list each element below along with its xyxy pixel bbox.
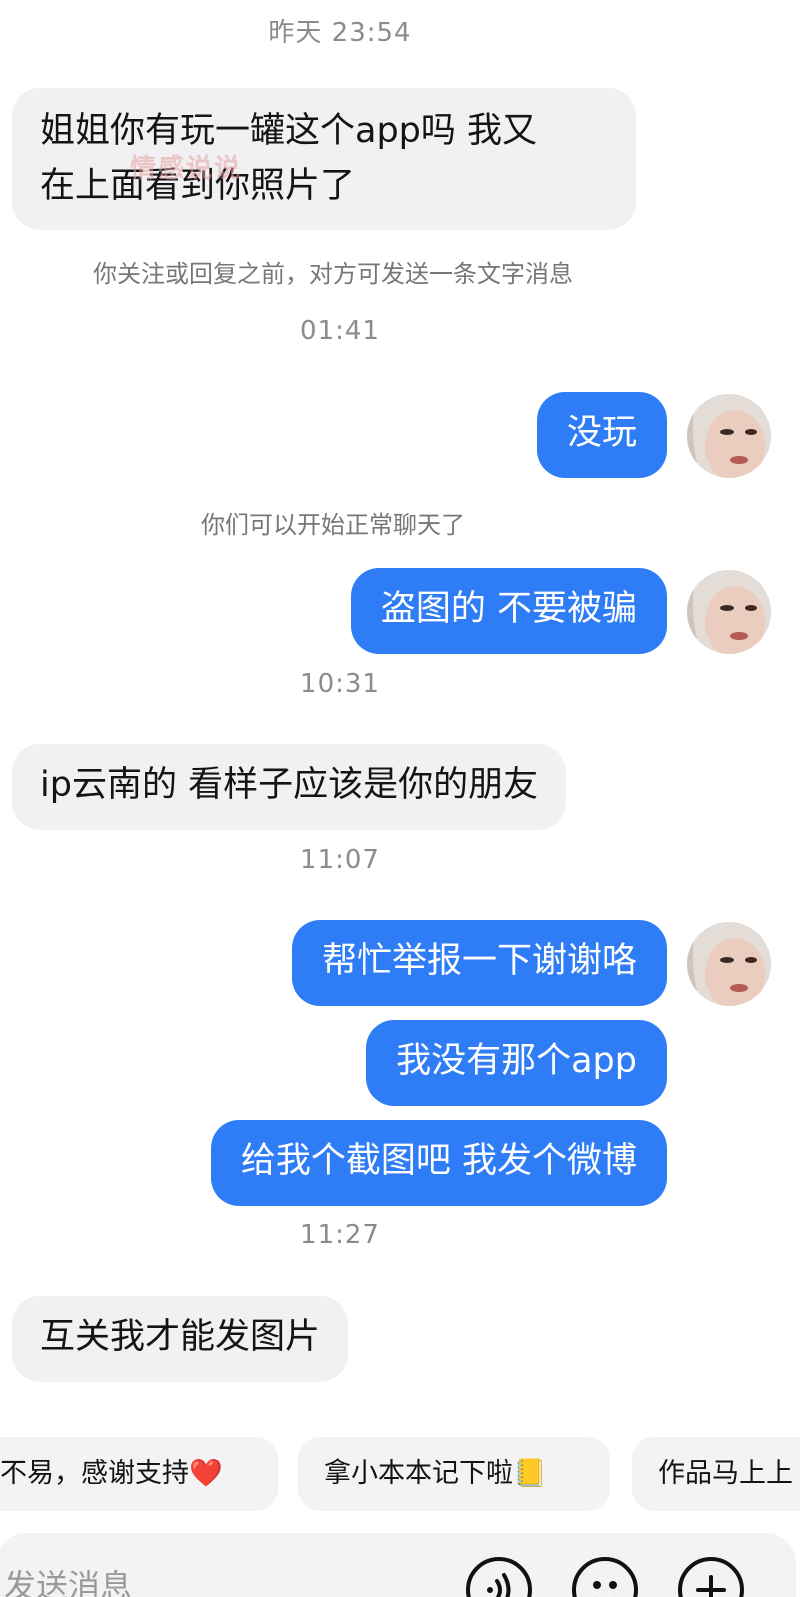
system-notice: 你关注或回复之前，对方可发送一条文字消息 — [93, 260, 573, 288]
message-text: 姐姐你有玩一罐这个app吗 我又 — [40, 111, 538, 151]
plus-icon[interactable] — [678, 1557, 744, 1597]
avatar[interactable] — [687, 922, 771, 1006]
timestamp: 01:41 — [300, 316, 380, 346]
system-notice: 你们可以开始正常聊天了 — [201, 511, 465, 539]
message-incoming[interactable]: 姐姐你有玩一罐这个app吗 我又 在上面看到你照片了 — [12, 88, 636, 230]
avatar[interactable] — [687, 570, 771, 654]
timestamp: 10:31 — [300, 669, 380, 699]
watermark: 情感说说 — [130, 154, 243, 184]
message-text: ip云南的 看样子应该是你的朋友 — [40, 765, 539, 805]
timestamp: 11:07 — [300, 845, 380, 875]
message-incoming[interactable]: ip云南的 看样子应该是你的朋友 — [12, 744, 567, 830]
emoji-icon[interactable] — [572, 1557, 638, 1597]
message-outgoing[interactable]: 盗图的 不要被骗 — [350, 568, 667, 654]
message-incoming[interactable]: 互关我才能发图片 — [12, 1296, 349, 1382]
message-text: 我没有那个app — [396, 1041, 637, 1081]
quick-reply-chip[interactable]: 拿小本本记下啦📒 — [298, 1437, 610, 1511]
message-text: 帮忙举报一下谢谢咯 — [321, 941, 637, 981]
quick-reply-bar: 不易，感谢支持❤️ 拿小本本记下啦📒 作品马上上 — [0, 1437, 800, 1511]
message-outgoing[interactable]: 给我个截图吧 我发个微博 — [210, 1120, 667, 1206]
message-text: 盗图的 不要被骗 — [380, 589, 637, 629]
message-outgoing[interactable]: 没玩 — [536, 392, 667, 478]
voice-icon[interactable] — [466, 1557, 532, 1597]
avatar[interactable] — [687, 394, 771, 478]
message-text: 没玩 — [566, 413, 637, 453]
quick-reply-chip[interactable]: 作品马上上 — [632, 1437, 800, 1511]
message-outgoing[interactable]: 我没有那个app — [366, 1020, 667, 1106]
message-composer: 发送消息 — [0, 1533, 800, 1597]
timestamp: 昨天 23:54 — [268, 18, 412, 48]
message-input[interactable]: 发送消息 — [4, 1561, 132, 1597]
timestamp: 11:27 — [300, 1220, 380, 1250]
message-outgoing[interactable]: 帮忙举报一下谢谢咯 — [291, 920, 667, 1006]
message-text: 互关我才能发图片 — [40, 1317, 321, 1357]
message-text: 在上面看到你照片了 — [40, 166, 356, 206]
message-text: 给我个截图吧 我发个微博 — [240, 1141, 637, 1181]
quick-reply-chip[interactable]: 不易，感谢支持❤️ — [0, 1437, 278, 1511]
